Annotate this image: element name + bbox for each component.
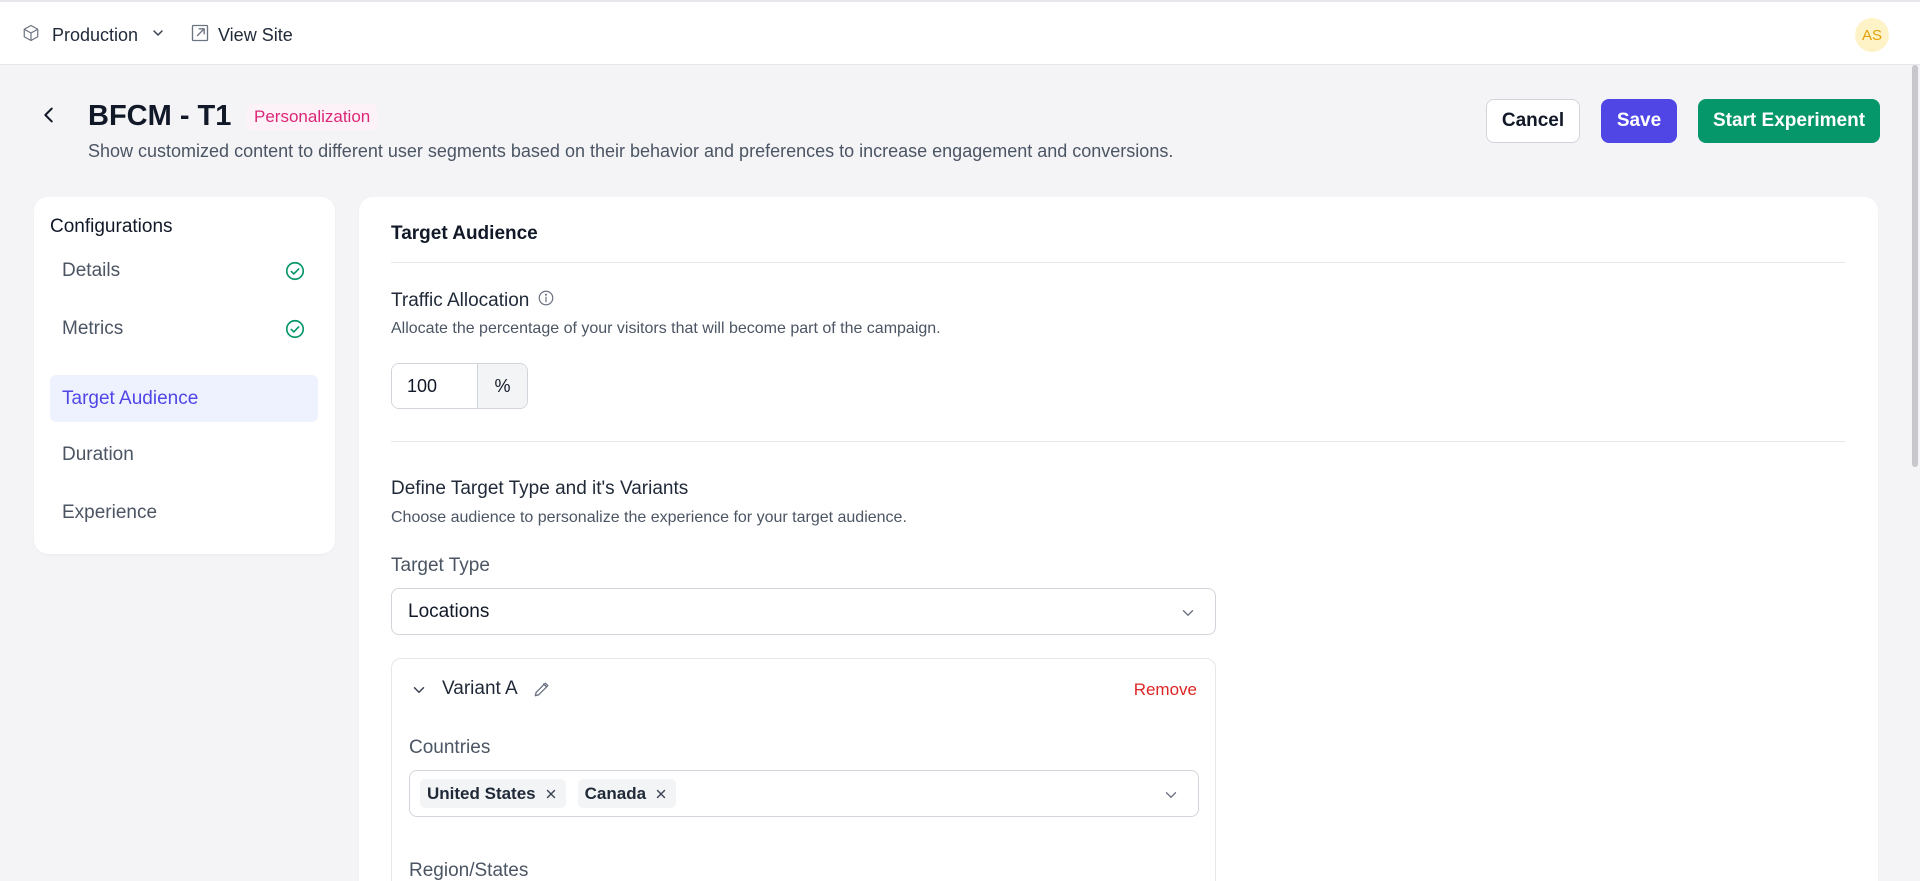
cancel-button[interactable]: Cancel — [1486, 99, 1580, 143]
divider — [391, 441, 1845, 442]
avatar[interactable]: AS — [1855, 18, 1889, 52]
page-scrollbar[interactable] — [1910, 65, 1920, 881]
percent-suffix: % — [477, 364, 527, 408]
top-bar: Production View Site AS — [0, 0, 1920, 65]
sidebar-item-experience[interactable]: Experience — [50, 489, 318, 536]
sidebar-item-label: Target Audience — [62, 387, 199, 409]
target-type-value: Locations — [408, 600, 490, 622]
back-button[interactable] — [36, 104, 62, 130]
cube-icon — [22, 24, 40, 47]
close-icon[interactable] — [544, 787, 558, 801]
divider — [391, 262, 1845, 263]
chevron-down-icon — [1162, 786, 1180, 809]
chip-label: Canada — [584, 783, 647, 803]
sidebar-item-label: Experience — [62, 501, 158, 523]
pencil-icon[interactable] — [532, 679, 552, 704]
chip-label: United States — [427, 783, 536, 803]
sidebar-item-label: Metrics — [62, 317, 124, 339]
target-type-select[interactable]: Locations — [391, 588, 1216, 635]
page-description: Show customized content to different use… — [88, 141, 1174, 161]
target-type-help: Choose audience to personalize the exper… — [391, 509, 907, 526]
traffic-allocation-field: % — [391, 363, 528, 409]
info-icon[interactable] — [537, 289, 555, 313]
external-link-icon — [190, 23, 210, 48]
target-type-label: Target Type — [391, 555, 490, 576]
traffic-allocation-help: Allocate the percentage of your visitors… — [391, 320, 941, 337]
view-site-link[interactable]: View Site — [190, 22, 293, 48]
close-icon[interactable] — [654, 787, 668, 801]
chevron-down-icon[interactable] — [410, 681, 428, 704]
region-states-label: Region/States — [409, 860, 529, 881]
traffic-allocation-label: Traffic Allocation — [391, 289, 555, 313]
configurations-sidebar: Configurations Details Metrics Target Au… — [34, 197, 335, 554]
traffic-allocation-text: Traffic Allocation — [391, 290, 530, 311]
environment-switcher[interactable]: Production — [22, 22, 166, 48]
environment-label: Production — [52, 24, 139, 45]
page-title: BFCM - T1 — [88, 100, 232, 132]
target-type-heading: Define Target Type and it's Variants — [391, 478, 689, 499]
start-experiment-button[interactable]: Start Experiment — [1698, 99, 1880, 143]
traffic-allocation-input[interactable] — [392, 364, 477, 408]
chevron-down-icon — [1179, 604, 1197, 628]
sidebar-item-label: Details — [62, 259, 121, 281]
variant-card: Variant A Remove Countries United States… — [391, 658, 1216, 881]
section-title: Target Audience — [391, 223, 538, 244]
sidebar-item-label: Duration — [62, 443, 134, 465]
sidebar-item-duration[interactable]: Duration — [50, 431, 318, 478]
sidebar-item-details[interactable]: Details — [50, 247, 318, 294]
sidebar-item-target-audience[interactable]: Target Audience — [50, 375, 318, 422]
chevron-down-icon — [150, 25, 166, 46]
sidebar-item-metrics[interactable]: Metrics — [50, 305, 318, 352]
chevron-left-icon — [38, 104, 60, 131]
country-chip: United States — [420, 779, 566, 808]
remove-variant-button[interactable]: Remove — [1134, 680, 1197, 700]
countries-select[interactable]: United States Canada — [409, 770, 1199, 817]
country-chip: Canada — [577, 779, 677, 808]
sidebar-title: Configurations — [50, 216, 173, 237]
variant-name: Variant A — [442, 678, 518, 699]
countries-label: Countries — [409, 737, 491, 758]
save-button[interactable]: Save — [1601, 99, 1677, 143]
check-circle-icon — [284, 260, 306, 282]
scrollbar-thumb[interactable] — [1912, 65, 1918, 467]
experiment-type-badge: Personalization — [247, 104, 378, 130]
view-site-label: View Site — [218, 24, 293, 45]
target-audience-panel: Target Audience Traffic Allocation Alloc… — [359, 197, 1878, 881]
check-circle-icon — [284, 318, 306, 340]
